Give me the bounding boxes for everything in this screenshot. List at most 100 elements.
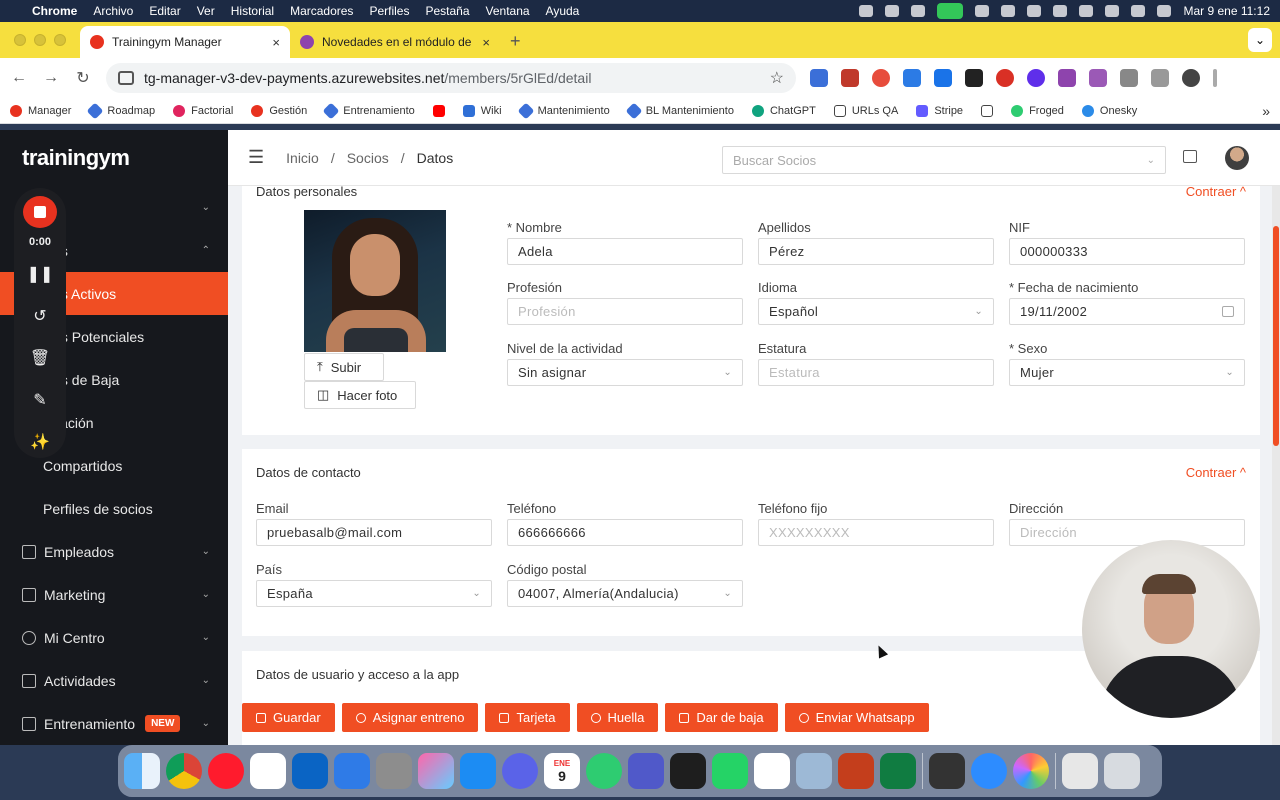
trainingym-logo[interactable]: trainingym	[0, 130, 228, 186]
search-members-input[interactable]: Buscar Socios ⌄	[722, 146, 1166, 174]
close-tab-icon[interactable]: ×	[272, 35, 280, 50]
extension-icon[interactable]	[810, 69, 828, 87]
status-icon[interactable]	[885, 5, 900, 17]
chrome-icon[interactable]	[166, 753, 202, 789]
site-info-icon[interactable]	[118, 71, 134, 85]
content-scrollbar[interactable]	[1272, 186, 1280, 745]
extensions-puzzle-icon[interactable]	[1120, 69, 1138, 87]
apellidos-input[interactable]: Pérez	[758, 238, 994, 265]
asignar-entreno-button[interactable]: Asignar entreno	[341, 703, 479, 732]
calendar-app-icon[interactable]: ENE 9	[544, 753, 580, 789]
collapse-contact-button[interactable]: Contraer ^	[1186, 465, 1246, 480]
user-avatar[interactable]	[1225, 146, 1249, 170]
extension-icon[interactable]	[1089, 69, 1107, 87]
bookmark-stripe[interactable]: Stripe	[916, 104, 963, 117]
bookmark-youtube[interactable]	[432, 104, 445, 117]
telefono-fijo-input[interactable]: XXXXXXXXX	[758, 519, 994, 546]
menu-ventana[interactable]: Ventana	[486, 4, 530, 18]
menu-marcadores[interactable]: Marcadores	[290, 4, 353, 18]
status-icon[interactable]	[1001, 5, 1016, 17]
tab-novedades[interactable]: Novedades en el módulo de p ×	[290, 26, 500, 58]
menu-app-name[interactable]: Chrome	[32, 4, 77, 18]
breadcrumb-inicio[interactable]: Inicio	[286, 150, 319, 166]
bookmark-wiki[interactable]: Wiki	[462, 104, 502, 117]
effects-icon[interactable]: ✨	[30, 428, 50, 458]
menu-historial[interactable]: Historial	[231, 4, 274, 18]
extension-icon[interactable]	[965, 69, 983, 87]
cloud-icon[interactable]	[975, 5, 990, 17]
restart-icon[interactable]: ↺	[33, 302, 46, 332]
enviar-whatsapp-button[interactable]: Enviar Whatsapp	[784, 703, 929, 732]
slack-icon[interactable]	[250, 753, 286, 789]
idioma-select[interactable]: Español ⌄	[758, 298, 994, 325]
menubar-clock[interactable]: Mar 9 ene 11:12	[1183, 4, 1270, 18]
bookmark-chatgpt[interactable]: ChatGPT	[751, 104, 816, 117]
extension-icon[interactable]	[934, 69, 952, 87]
finder-icon[interactable]	[124, 753, 160, 789]
guardar-button[interactable]: Guardar	[242, 703, 335, 732]
bookmark-gestion[interactable]: Gestión	[251, 104, 307, 117]
excel-icon[interactable]	[880, 753, 916, 789]
trash-icon[interactable]: 🗑	[30, 344, 50, 374]
bookmark-manager[interactable]: Manager	[10, 104, 71, 117]
bookmarks-overflow-button[interactable]: »	[1262, 103, 1270, 119]
nacimiento-datepicker[interactable]: 19/11/2002	[1009, 298, 1245, 325]
extension-icon[interactable]	[1027, 69, 1045, 87]
direccion-input[interactable]: Dirección	[1009, 519, 1245, 546]
extension-icon[interactable]	[996, 69, 1014, 87]
sidebar-item-entrenamiento[interactable]: Entrenamiento NEW ⌄	[0, 702, 228, 745]
breadcrumb-socios[interactable]: Socios	[347, 150, 389, 166]
profesion-input[interactable]: Profesión	[507, 298, 743, 325]
take-photo-button[interactable]: ◫ Hacer foto	[304, 381, 416, 409]
figma-icon[interactable]	[670, 753, 706, 789]
menu-archivo[interactable]: Archivo	[93, 4, 133, 18]
system-settings-icon[interactable]	[376, 753, 412, 789]
todo-icon[interactable]	[334, 753, 370, 789]
bookmark-roadmap[interactable]: Roadmap	[86, 102, 155, 119]
control-center-icon[interactable]	[1157, 5, 1172, 17]
status-icon[interactable]	[911, 5, 926, 17]
extension-icon[interactable]	[841, 69, 859, 87]
menu-perfiles[interactable]: Perfiles	[369, 4, 409, 18]
app-store-icon[interactable]	[460, 753, 496, 789]
side-panel-icon[interactable]	[1151, 69, 1169, 87]
address-bar[interactable]: tg-manager-v3-dev-payments.azurewebsites…	[106, 63, 796, 93]
bookmark-onesky[interactable]: Onesky	[1081, 104, 1137, 117]
profile-avatar-icon[interactable]	[1182, 69, 1200, 87]
photos-icon[interactable]	[1013, 753, 1049, 789]
status-icon[interactable]	[1027, 5, 1042, 17]
extension-icon[interactable]	[903, 69, 921, 87]
cp-select[interactable]: 04007, Almería(Andalucia) ⌄	[507, 580, 743, 607]
preview-icon[interactable]	[796, 753, 832, 789]
url-text[interactable]: tg-manager-v3-dev-payments.azurewebsites…	[144, 70, 760, 86]
email-input[interactable]: pruebasalb@mail.com	[256, 519, 492, 546]
vpn-icon[interactable]	[586, 753, 622, 789]
launchpad-icon[interactable]	[418, 753, 454, 789]
nombre-input[interactable]: Adela	[507, 238, 743, 265]
status-icon[interactable]	[859, 5, 874, 17]
bookmark-folder[interactable]	[981, 104, 994, 117]
sexo-select[interactable]: Mujer ⌄	[1009, 359, 1245, 386]
tab-trainingym-manager[interactable]: Trainingym Manager ×	[80, 26, 290, 58]
reload-icon[interactable]: ↻	[74, 68, 92, 88]
bookmark-star-icon[interactable]: ☆	[770, 68, 784, 88]
pencil-icon[interactable]: ✎	[33, 386, 46, 416]
menu-ver[interactable]: Ver	[197, 4, 215, 18]
pause-icon[interactable]: ❚❚	[27, 260, 54, 290]
menu-ayuda[interactable]: Ayuda	[546, 4, 580, 18]
bookmark-factorial[interactable]: Factorial	[173, 104, 233, 117]
trash-icon[interactable]	[1104, 753, 1140, 789]
zoom-app-icon[interactable]	[971, 753, 1007, 789]
craft-icon[interactable]	[502, 753, 538, 789]
downloads-icon[interactable]	[1062, 753, 1098, 789]
minimize-window-button[interactable]	[34, 34, 46, 46]
pais-select[interactable]: España ⌄	[256, 580, 492, 607]
estatura-input[interactable]: Estatura	[758, 359, 994, 386]
reminders-icon[interactable]	[754, 753, 790, 789]
nivel-select[interactable]: Sin asignar ⌄	[507, 359, 743, 386]
sidebar-item-actividades[interactable]: Actividades ⌄	[0, 659, 228, 702]
teams-icon[interactable]	[628, 753, 664, 789]
telefono-input[interactable]: 666666666	[507, 519, 743, 546]
close-window-button[interactable]	[14, 34, 26, 46]
sidebar-item-mi-centro[interactable]: Mi Centro ⌄	[0, 616, 228, 659]
